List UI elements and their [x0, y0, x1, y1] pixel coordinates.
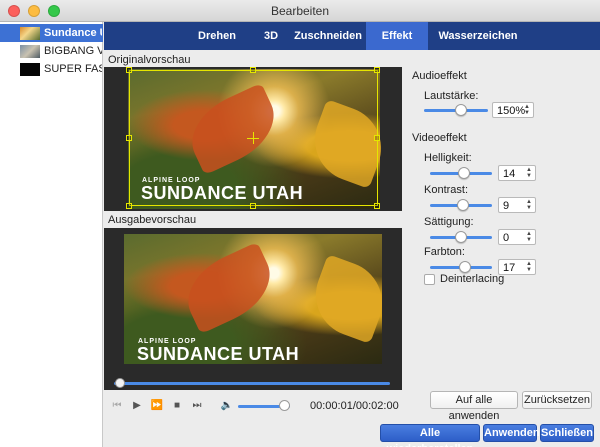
seek-bar[interactable] — [104, 376, 402, 390]
saturation-slider[interactable] — [430, 231, 492, 245]
tab-3d[interactable]: 3D — [254, 22, 288, 50]
effect-settings-panel: Audioeffekt Lautstärke: 150% ▲ ▼ Videoeff… — [402, 50, 600, 447]
saturation-slider-handle[interactable] — [455, 231, 467, 243]
fast-forward-icon[interactable]: ⏩ — [150, 399, 164, 413]
saturation-stepper[interactable]: 0 ▲ ▼ — [498, 229, 536, 245]
video-overlay-title: SUNDANCE UTAH — [137, 344, 300, 364]
crop-handle[interactable] — [250, 203, 256, 209]
audio-effect-title: Audioeffekt — [412, 70, 467, 82]
skip-forward-icon[interactable]: ⏭ — [190, 399, 204, 413]
title-bar: Bearbeiten — [0, 0, 600, 22]
file-item[interactable]: BIGBANG Video — [0, 42, 103, 60]
saturation-label: Sättigung: — [424, 216, 474, 228]
hue-value: 17 — [503, 262, 516, 274]
volume-stepper[interactable]: 150% ▲ ▼ — [492, 102, 534, 118]
stepper-arrows-icon[interactable]: ▲ ▼ — [525, 199, 533, 212]
video-thumbnail — [20, 44, 40, 58]
restore-all-button[interactable]: Alle wiederherstellen — [380, 424, 480, 447]
crop-handle[interactable] — [250, 67, 256, 73]
file-item[interactable]: SUPER FAST — [0, 60, 103, 78]
tab-wasserzeichen[interactable]: Wasserzeichen — [428, 22, 528, 50]
tab-bar: Drehen 3D Zuschneiden Effekt Wasserzeich… — [104, 22, 600, 50]
deinterlacing-label: Deinterlacing — [440, 273, 505, 285]
seek-handle[interactable] — [115, 378, 125, 388]
file-item[interactable]: Sundance Utah — [0, 24, 103, 42]
video-frame: ALPINE LOOP SUNDANCE UTAH — [124, 234, 394, 364]
deinterlacing-checkbox[interactable] — [424, 274, 435, 285]
contrast-label: Kontrast: — [424, 184, 469, 196]
hue-slider-handle[interactable] — [459, 261, 471, 273]
speaker-icon[interactable]: 🔈 — [220, 399, 234, 413]
volume-label: Lautstärke: — [424, 90, 479, 102]
stepper-arrows-icon[interactable]: ▲ ▼ — [525, 261, 533, 274]
video-thumbnail — [20, 26, 40, 40]
contrast-value: 9 — [503, 200, 510, 212]
volume-slider[interactable] — [424, 104, 488, 118]
contrast-slider-handle[interactable] — [457, 199, 469, 211]
leaf-decoration — [175, 241, 283, 335]
video-thumbnail — [20, 62, 40, 76]
output-preview: ALPINE LOOP SUNDANCE UTAH — [104, 228, 402, 376]
timecode: 00:00:01/00:02:00 — [310, 400, 399, 412]
stepper-arrows-icon[interactable]: ▲ ▼ — [525, 231, 533, 244]
apply-button[interactable]: Anwenden — [483, 424, 540, 442]
leaf-decoration — [304, 254, 394, 344]
file-name: SUPER FAST — [44, 63, 102, 75]
stop-icon[interactable]: ■ — [170, 399, 184, 413]
crop-handle[interactable] — [126, 203, 132, 209]
brightness-value: 14 — [503, 168, 516, 180]
brightness-label: Helligkeit: — [424, 152, 472, 164]
file-name: Sundance Utah — [44, 27, 102, 39]
tab-drehen[interactable]: Drehen — [186, 22, 248, 50]
brightness-slider[interactable] — [430, 167, 492, 181]
file-name: BIGBANG Video — [44, 45, 102, 57]
playback-controls: ⏮ ▶ ⏩ ■ ⏭ 🔈 00:00:01/00:02:00 — [104, 395, 402, 417]
window-title: Bearbeiten — [270, 4, 330, 18]
stepper-arrows-icon[interactable]: ▲ ▼ — [525, 167, 533, 180]
crop-handle[interactable] — [126, 67, 132, 73]
tab-effekt[interactable]: Effekt — [366, 22, 428, 50]
tab-zuschneiden[interactable]: Zuschneiden — [292, 22, 364, 50]
crop-handle[interactable] — [374, 135, 380, 141]
play-icon[interactable]: ▶ — [130, 399, 144, 413]
crop-center-crosshair — [253, 132, 254, 144]
seek-track[interactable] — [114, 382, 390, 385]
brightness-slider-handle[interactable] — [458, 167, 470, 179]
brightness-stepper[interactable]: 14 ▲ ▼ — [498, 165, 536, 181]
original-preview: ALPINE LOOP SUNDANCE UTAH — [104, 67, 402, 211]
stepper-arrows-icon[interactable]: ▲ ▼ — [523, 104, 531, 117]
skip-back-icon[interactable]: ⏮ — [110, 399, 124, 413]
reset-button[interactable]: Zurücksetzen — [522, 391, 592, 409]
volume-slider-handle[interactable] — [279, 400, 290, 411]
volume-value: 150% — [497, 105, 526, 117]
contrast-stepper[interactable]: 9 ▲ ▼ — [498, 197, 536, 213]
output-preview-label: Ausgabevorschau — [108, 214, 197, 226]
original-preview-label: Originalvorschau — [108, 54, 191, 66]
apply-to-all-button[interactable]: Auf alle anwenden — [430, 391, 518, 422]
hue-label: Farbton: — [424, 246, 465, 258]
contrast-slider[interactable] — [430, 199, 492, 213]
volume-slider-handle[interactable] — [455, 104, 467, 116]
saturation-value: 0 — [503, 232, 510, 244]
crop-handle[interactable] — [126, 135, 132, 141]
crop-handle[interactable] — [374, 203, 380, 209]
file-list: Sundance Utah BIGBANG Video SUPER FAST — [0, 22, 103, 447]
close-button[interactable]: Schließen — [540, 424, 594, 442]
video-effect-title: Videoeffekt — [412, 132, 467, 144]
crop-handle[interactable] — [374, 67, 380, 73]
